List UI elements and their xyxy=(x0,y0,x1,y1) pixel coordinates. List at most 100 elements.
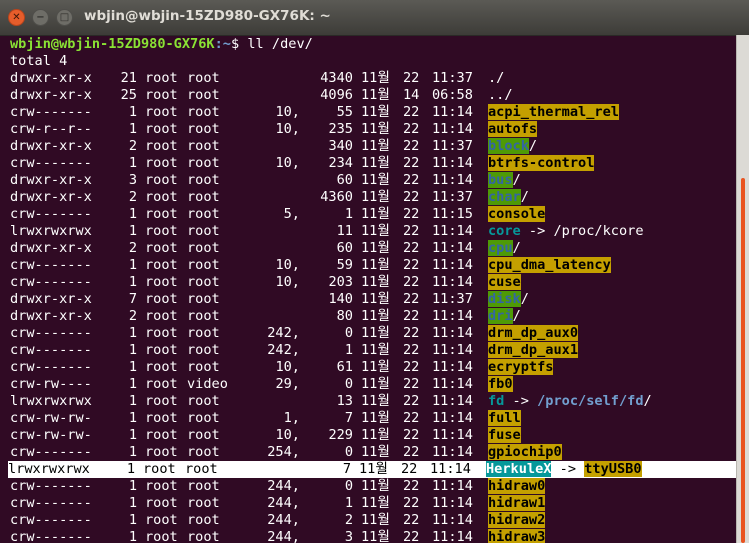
col-day: 22 xyxy=(403,138,420,154)
col-perm: crw------- xyxy=(10,444,92,460)
scrollbar-thumb[interactable] xyxy=(741,178,745,543)
col-day: 22 xyxy=(403,393,420,409)
vertical-scrollbar[interactable] xyxy=(736,35,749,543)
col-size: 229 xyxy=(328,427,353,443)
col-perm: crw------- xyxy=(10,155,92,171)
col-links: 1 xyxy=(128,206,137,222)
col-size: 13 xyxy=(336,393,353,409)
symlink-name: fd xyxy=(488,393,505,409)
col-perm: drwxr-xr-x xyxy=(10,70,92,86)
col-day: 22 xyxy=(403,223,420,239)
minimize-icon[interactable]: − xyxy=(32,9,49,26)
col-mon: 11월 xyxy=(361,325,390,341)
col-group: root xyxy=(185,461,218,477)
file-name-cell: dri/ xyxy=(488,308,521,325)
char-device-name: acpi_thermal_rel xyxy=(488,104,619,120)
window-titlebar[interactable]: ✕ − □ wbjin@wbjin-15ZD980-GX76K: ~ xyxy=(0,0,749,36)
symlink-arrow: -> xyxy=(551,461,585,477)
selected-listing-row[interactable]: lrwxrwxrwx 1 root root 7 11월 22 11:14 HerkuleX -… xyxy=(8,461,736,478)
col-mon: 11월 xyxy=(359,461,388,477)
col-size: 7 xyxy=(344,410,353,426)
col-time: 11:14 xyxy=(432,410,473,426)
col-mon: 11월 xyxy=(361,410,390,426)
char-device-name: fuse xyxy=(488,427,521,443)
col-size: 340 xyxy=(328,138,353,154)
col-day: 22 xyxy=(403,274,420,290)
col-size: 3 xyxy=(344,529,353,543)
col-day: 22 xyxy=(403,70,420,86)
col-owner: root xyxy=(145,529,178,543)
col-mon: 11월 xyxy=(361,206,390,222)
col-owner: root xyxy=(145,359,178,375)
col-major: 244, xyxy=(267,478,300,494)
col-group: root xyxy=(187,410,220,426)
col-major: 29, xyxy=(275,376,300,392)
maximize-icon[interactable]: □ xyxy=(56,9,73,26)
file-name-cell: cpu_dma_latency xyxy=(488,257,611,274)
col-perm: crw-rw-rw- xyxy=(10,410,92,426)
col-perm: crw------- xyxy=(10,274,92,290)
col-perm: crw------- xyxy=(10,104,92,120)
col-owner: root xyxy=(145,410,178,426)
col-owner: root xyxy=(145,495,178,511)
prompt-path: :~ xyxy=(214,36,231,52)
col-mon: 11월 xyxy=(361,223,390,239)
col-links: 1 xyxy=(128,427,137,443)
col-time: 11:15 xyxy=(432,206,473,222)
file-name-cell: acpi_thermal_rel xyxy=(488,104,619,121)
col-perm: drwxr-xr-x xyxy=(10,189,92,205)
file-name-cell: hidraw1 xyxy=(488,495,546,512)
symlink-arrow: -> xyxy=(520,223,554,239)
col-time: 11:14 xyxy=(432,257,473,273)
file-name-cell: cpu/ xyxy=(488,240,521,257)
col-links: 1 xyxy=(128,223,137,239)
col-size: 0 xyxy=(344,478,353,494)
dir-slash: / xyxy=(512,240,521,256)
col-perm: drwxr-xr-x xyxy=(10,291,92,307)
file-name-cell: char/ xyxy=(488,189,529,206)
close-icon[interactable]: ✕ xyxy=(8,9,25,26)
col-perm: crw------- xyxy=(10,325,92,341)
col-size: 7 xyxy=(342,461,351,477)
col-owner: root xyxy=(145,138,178,154)
symlink-target: ttyUSB0 xyxy=(584,461,642,477)
col-links: 2 xyxy=(128,308,137,324)
col-group: root xyxy=(187,359,220,375)
file-name-cell: fb0 xyxy=(488,376,513,393)
col-owner: root xyxy=(145,444,178,460)
col-mon: 11월 xyxy=(361,138,390,154)
col-day: 22 xyxy=(403,172,420,188)
file-name-cell: hidraw3 xyxy=(488,529,546,543)
col-major: 10, xyxy=(275,274,300,290)
col-major: 10, xyxy=(275,427,300,443)
col-owner: root xyxy=(145,104,178,120)
col-owner: root xyxy=(145,376,178,392)
col-mon: 11월 xyxy=(361,444,390,460)
col-perm: crw------- xyxy=(10,359,92,375)
col-day: 22 xyxy=(403,495,420,511)
col-owner: root xyxy=(145,308,178,324)
col-day: 22 xyxy=(403,359,420,375)
col-perm: drwxr-xr-x xyxy=(10,87,92,103)
char-device-name: autofs xyxy=(488,121,538,137)
col-links: 1 xyxy=(128,121,137,137)
col-day: 22 xyxy=(403,325,420,341)
file-name-cell: core -> /proc/kcore xyxy=(488,223,644,240)
col-owner: root xyxy=(145,342,178,358)
col-mon: 11월 xyxy=(361,291,390,307)
col-links: 21 xyxy=(120,70,137,86)
col-time: 11:37 xyxy=(432,138,473,154)
col-time: 11:14 xyxy=(432,376,473,392)
col-mon: 11월 xyxy=(361,359,390,375)
col-perm: crw-rw-rw- xyxy=(10,427,92,443)
col-size: 203 xyxy=(328,274,353,290)
terminal-output[interactable]: wbjin@wbjin-15ZD980-GX76K:~$ ll /dev/ to… xyxy=(0,35,736,543)
col-group: root xyxy=(187,155,220,171)
col-time: 11:37 xyxy=(432,291,473,307)
col-owner: root xyxy=(145,478,178,494)
col-mon: 11월 xyxy=(361,376,390,392)
col-major: 10, xyxy=(275,121,300,137)
char-device-name: gpiochip0 xyxy=(488,444,562,460)
col-mon: 11월 xyxy=(361,172,390,188)
symlink-target: /proc/self/fd xyxy=(537,393,644,409)
